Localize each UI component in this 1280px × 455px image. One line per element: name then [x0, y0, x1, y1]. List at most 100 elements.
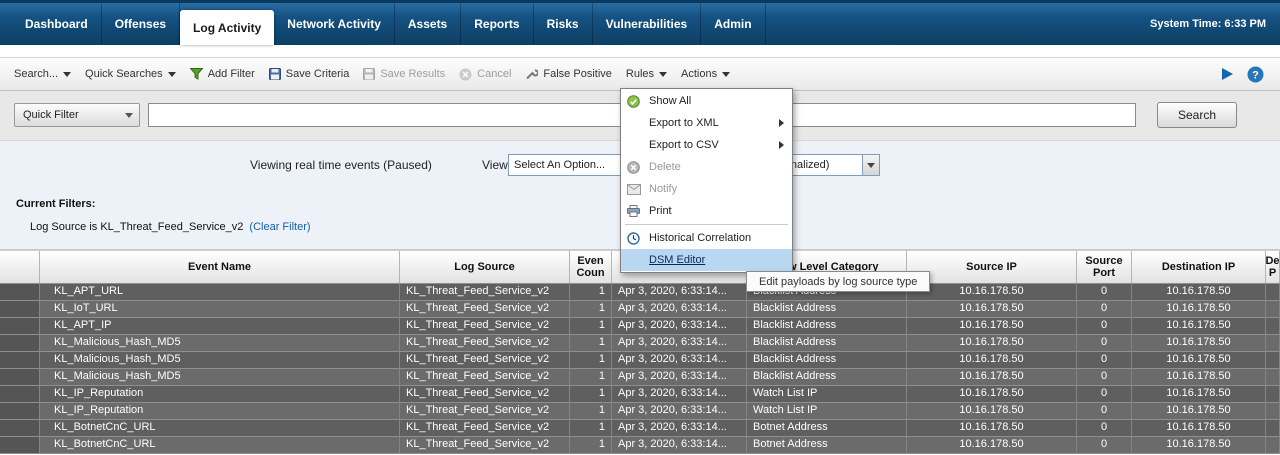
cell-count: 1: [570, 369, 612, 386]
table-row[interactable]: KL_IP_ReputationKL_Threat_Feed_Service_v…: [0, 386, 1280, 403]
cell-dst_ip: 10.16.178.50: [1132, 369, 1266, 386]
toolbar-quick-searches-button[interactable]: Quick Searches: [85, 68, 176, 80]
toolbar-label: Save Criteria: [286, 68, 350, 80]
tab-offenses[interactable]: Offenses: [102, 3, 180, 45]
cell-dst_port: [1266, 437, 1280, 454]
menu-item-show-all[interactable]: Show All: [621, 90, 792, 112]
blank-icon: [627, 138, 645, 152]
play-icon[interactable]: [1219, 66, 1235, 82]
column-header-count[interactable]: Even Coun: [570, 251, 612, 283]
menu-item-label: Show All: [649, 95, 691, 107]
submenu-arrow-icon: [779, 119, 784, 127]
column-header-src-port[interactable]: Source Port: [1077, 251, 1132, 283]
menu-item-label: DSM Editor: [649, 254, 705, 266]
cell-src_ip: 10.16.178.50: [907, 335, 1077, 352]
cell-src_port: 0: [1077, 352, 1132, 369]
cell-dst_port: [1266, 420, 1280, 437]
cell-category: Blacklist Address: [747, 301, 907, 318]
cell-dst_ip: 10.16.178.50: [1132, 437, 1266, 454]
tab-assets[interactable]: Assets: [395, 3, 461, 45]
tab-risks[interactable]: Risks: [534, 3, 593, 45]
display-mode-select-arrow[interactable]: [862, 154, 880, 176]
table-row[interactable]: KL_IoT_URLKL_Threat_Feed_Service_v21Apr …: [0, 301, 1280, 318]
cell-time: Apr 3, 2020, 6:33:14...: [612, 369, 747, 386]
actions-menu: Show All Export to XML Export to CSV Delete…: [620, 88, 793, 273]
toolbar-rules-button[interactable]: Rules: [626, 68, 667, 80]
cell-source: KL_Threat_Feed_Service_v2: [400, 352, 570, 369]
clear-filter-link[interactable]: (Clear Filter): [249, 221, 310, 233]
toolbar-add-filter-button[interactable]: Add Filter: [190, 68, 255, 80]
menu-item-delete: Delete: [621, 156, 792, 178]
column-header-dst-port[interactable]: De P: [1266, 251, 1280, 283]
cell-dst_port: [1266, 318, 1280, 335]
column-header-dst-ip[interactable]: Destination IP: [1132, 251, 1266, 283]
menu-item-export-to-xml[interactable]: Export to XML: [621, 112, 792, 134]
cancel-icon: [459, 68, 472, 81]
floppy-icon: [269, 68, 281, 80]
cell-time: Apr 3, 2020, 6:33:14...: [612, 301, 747, 318]
cell-src_port: 0: [1077, 386, 1132, 403]
tab-log-activity[interactable]: Log Activity: [180, 10, 274, 45]
qradar-log-activity-screen: DashboardOffensesLog ActivityNetwork Act…: [0, 0, 1280, 455]
menu-item-dsm-editor[interactable]: DSM Editor: [621, 249, 792, 271]
menu-item-print[interactable]: Print: [621, 200, 792, 222]
cell-source: KL_Threat_Feed_Service_v2: [400, 318, 570, 335]
cell-dst_ip: 10.16.178.50: [1132, 284, 1266, 301]
cell-event: KL_BotnetCnC_URL: [40, 437, 400, 454]
help-icon[interactable]: ?: [1247, 66, 1264, 83]
toolbar-save-criteria-button[interactable]: Save Criteria: [269, 68, 350, 80]
cell-time: Apr 3, 2020, 6:33:14...: [612, 352, 747, 369]
menu-item-label: Delete: [649, 161, 681, 173]
toolbar-search-button[interactable]: Search...: [14, 68, 71, 80]
cell-src_ip: 10.16.178.50: [907, 352, 1077, 369]
column-header-event[interactable]: Event Name: [40, 251, 400, 283]
tab-network-activity[interactable]: Network Activity: [274, 3, 395, 45]
tab-vulnerabilities[interactable]: Vulnerabilities: [593, 3, 702, 45]
table-row[interactable]: KL_BotnetCnC_URLKL_Threat_Feed_Service_v…: [0, 420, 1280, 437]
cell-event: KL_IoT_URL: [40, 301, 400, 318]
tab-dashboard[interactable]: Dashboard: [12, 3, 102, 45]
menu-item-export-to-csv[interactable]: Export to CSV: [621, 134, 792, 156]
toolbar-right: ?: [1219, 66, 1280, 83]
cell-dst_ip: 10.16.178.50: [1132, 335, 1266, 352]
floppy-icon: [363, 68, 375, 80]
cell-dst_ip: 10.16.178.50: [1132, 352, 1266, 369]
table-body: KL_APT_URLKL_Threat_Feed_Service_v21Apr …: [0, 284, 1280, 454]
column-header-src-ip[interactable]: Source IP: [907, 251, 1077, 283]
cell-src_port: 0: [1077, 335, 1132, 352]
toolbar-false-positive-button[interactable]: False Positive: [525, 68, 611, 81]
table-row[interactable]: KL_Malicious_Hash_MD5KL_Threat_Feed_Serv…: [0, 352, 1280, 369]
cell-blank: [0, 437, 40, 454]
menu-item-label: Export to CSV: [649, 139, 719, 151]
cell-event: KL_APT_URL: [40, 284, 400, 301]
search-button[interactable]: Search: [1157, 102, 1237, 128]
cell-dst_ip: 10.16.178.50: [1132, 301, 1266, 318]
cell-blank: [0, 420, 40, 437]
cell-event: KL_IP_Reputation: [40, 386, 400, 403]
cell-dst_port: [1266, 352, 1280, 369]
cell-count: 1: [570, 301, 612, 318]
cell-category: Botnet Address: [747, 437, 907, 454]
tab-admin[interactable]: Admin: [701, 3, 765, 45]
cell-source: KL_Threat_Feed_Service_v2: [400, 369, 570, 386]
table-row[interactable]: KL_Malicious_Hash_MD5KL_Threat_Feed_Serv…: [0, 335, 1280, 352]
table-row[interactable]: KL_BotnetCnC_URLKL_Threat_Feed_Service_v…: [0, 437, 1280, 454]
tab-reports[interactable]: Reports: [461, 3, 533, 45]
quick-filter-dropdown[interactable]: Quick Filter: [14, 103, 140, 127]
cell-event: KL_BotnetCnC_URL: [40, 420, 400, 437]
cell-src_ip: 10.16.178.50: [907, 369, 1077, 386]
cell-source: KL_Threat_Feed_Service_v2: [400, 284, 570, 301]
toolbar-cancel-button: Cancel: [459, 68, 511, 81]
table-row[interactable]: KL_APT_IPKL_Threat_Feed_Service_v21Apr 3…: [0, 318, 1280, 335]
table-row[interactable]: KL_APT_URLKL_Threat_Feed_Service_v21Apr …: [0, 284, 1280, 301]
table-row[interactable]: KL_Malicious_Hash_MD5KL_Threat_Feed_Serv…: [0, 369, 1280, 386]
table-row[interactable]: KL_IP_ReputationKL_Threat_Feed_Service_v…: [0, 403, 1280, 420]
cell-category: Blacklist Address: [747, 369, 907, 386]
current-filter-text: Log Source is KL_Threat_Feed_Service_v2: [30, 221, 243, 233]
menu-item-historical-correlation[interactable]: Historical Correlation: [621, 227, 792, 249]
toolbar-actions-button[interactable]: Actions: [681, 68, 730, 80]
cell-count: 1: [570, 284, 612, 301]
delete-icon: [627, 160, 645, 174]
cell-dst_ip: 10.16.178.50: [1132, 386, 1266, 403]
column-header-source[interactable]: Log Source: [400, 251, 570, 283]
